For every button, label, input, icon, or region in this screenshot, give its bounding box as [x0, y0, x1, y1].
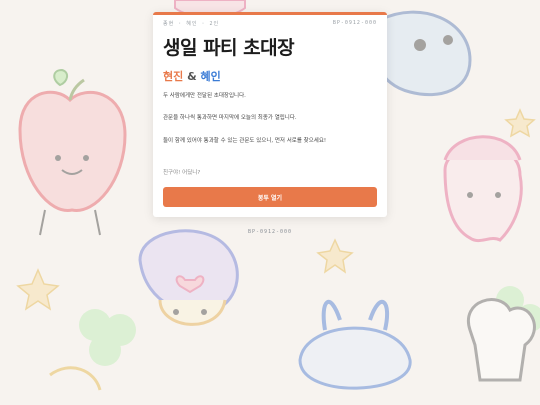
footer-code: BP-0912-000	[247, 229, 293, 235]
card-header: 종현 · 혜인 · 2인 BP-0912-000	[163, 20, 377, 27]
blob-doodle	[372, 10, 472, 97]
card-top-left-text: 종현 · 혜인 · 2인	[163, 21, 220, 27]
instructions-paragraph: 관문을 하나씩 통과하면 마지막에 오늘의 최종가 열립니다.	[163, 115, 297, 121]
open-envelope-button[interactable]: 봉투 열기	[163, 187, 377, 207]
invitee-name-1: 현진	[163, 70, 184, 83]
invitee-name-2: 혜인	[200, 70, 221, 83]
apple-doodle	[18, 68, 127, 236]
rabbit-doodle	[298, 299, 412, 390]
cupcake-doodle	[138, 229, 239, 326]
chef-hat-doodle	[466, 298, 536, 382]
invitation-card: 종현 · 혜인 · 2인 BP-0912-000 생일 파티 초대장 현진 & …	[153, 12, 387, 217]
invitation-title: 생일 파티 초대장	[163, 37, 295, 59]
ghost-doodle	[443, 135, 523, 243]
card-code: BP-0912-000	[332, 20, 377, 26]
intro-paragraph: 두 사람에게만 전달된 초대장입니다.	[163, 93, 246, 99]
ampersand: &	[187, 70, 197, 83]
question-text: 친구야! 어딨니?	[163, 170, 201, 176]
together-paragraph: 둘이 함께 있어야 통과할 수 있는 관문도 있으니, 먼저 서로를 찾으세요!	[163, 138, 327, 144]
invitee-names: 현진 & 혜인	[163, 68, 221, 84]
